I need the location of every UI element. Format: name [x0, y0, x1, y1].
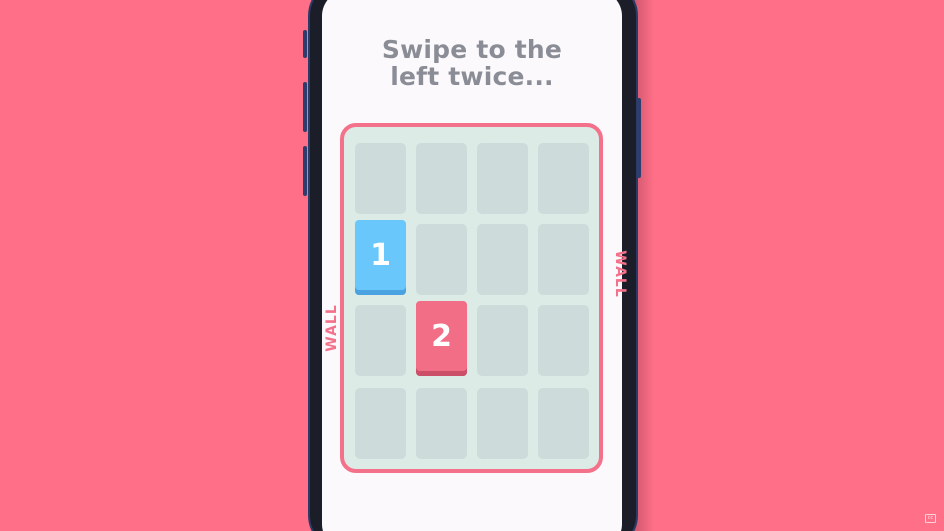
watermark-icon: cc: [925, 514, 936, 523]
grid-cell: [538, 143, 589, 214]
phone-side-button: [637, 98, 641, 178]
grid-cell: [477, 388, 528, 459]
instruction-line-2: left twice...: [390, 62, 554, 91]
grid-cell: [416, 143, 467, 214]
grid-cell: [538, 305, 589, 376]
grid-cell: [477, 224, 528, 295]
wall-label-right: WALL: [611, 250, 628, 298]
grid-cell: [355, 388, 406, 459]
grid-cell: [355, 143, 406, 214]
phone-side-button: [303, 82, 307, 132]
instruction-text: Swipe to the left twice...: [322, 36, 622, 90]
phone-side-button: [303, 146, 307, 196]
wall-label-left: WALL: [323, 304, 340, 352]
grid-cell: [355, 305, 406, 376]
number-tile-2[interactable]: 2: [416, 301, 467, 376]
grid-cell: [538, 224, 589, 295]
number-tile-1[interactable]: 1: [355, 220, 406, 295]
instruction-line-1: Swipe to the: [381, 35, 563, 64]
game-stage: Swipe to the left twice... cc 1 2 WALL WALL: [0, 0, 944, 531]
grid-cell: [477, 143, 528, 214]
grid-cell: [416, 388, 467, 459]
grid-cell: [538, 388, 589, 459]
phone-side-button: [303, 30, 307, 58]
grid-cell: [416, 224, 467, 295]
grid-cell: [477, 305, 528, 376]
